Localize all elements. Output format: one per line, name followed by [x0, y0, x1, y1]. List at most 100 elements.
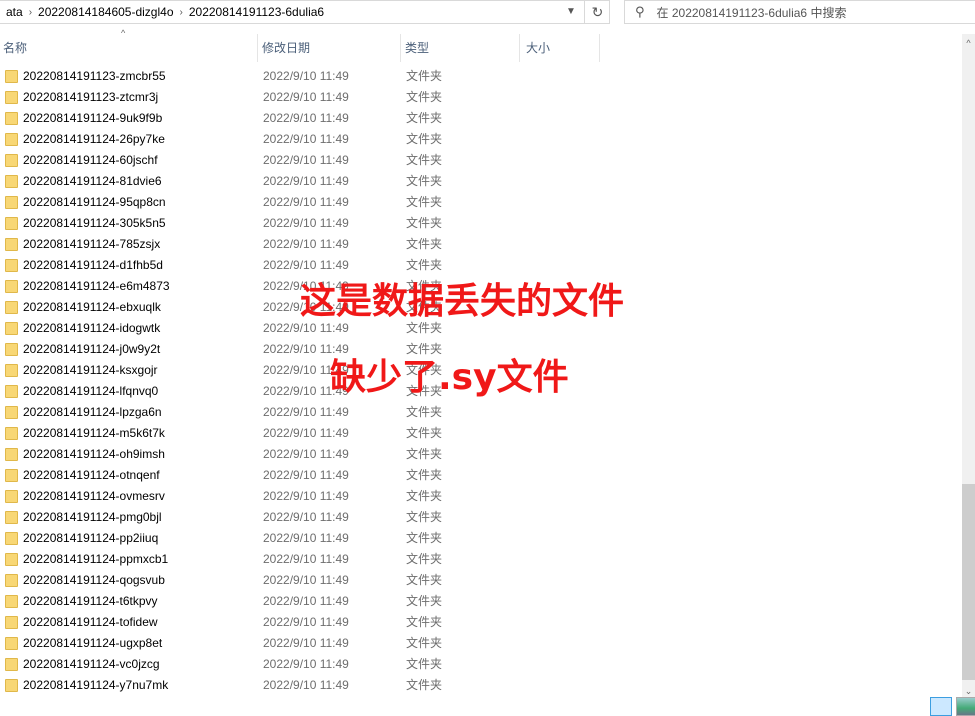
folder-icon — [5, 343, 18, 356]
search-input[interactable]: ⚲ 在 20220814191123-6dulia6 中搜索 — [624, 0, 975, 24]
file-name: 20220814191124-idogwtk — [23, 321, 161, 335]
file-date: 2022/9/10 11:49 — [263, 132, 349, 146]
folder-icon — [5, 532, 18, 545]
column-name[interactable]: 名称 — [0, 34, 258, 62]
file-date: 2022/9/10 11:49 — [263, 237, 349, 251]
folder-icon — [5, 637, 18, 650]
list-item[interactable]: 20220814191124-qogsvub 2022/9/10 11:49 文… — [0, 570, 960, 591]
file-name: 20220814191124-ksxgojr — [23, 363, 158, 377]
file-name: 20220814191124-ugxp8et — [23, 636, 163, 650]
folder-icon — [5, 196, 18, 209]
file-type: 文件夹 — [406, 552, 443, 566]
file-name: 20220814191124-305k5n5 — [23, 216, 166, 230]
scroll-down-icon[interactable]: ⌄ — [962, 686, 975, 697]
file-name: 20220814191124-t6tkpvy — [23, 594, 158, 608]
file-name: 20220814191124-lfqnvq0 — [23, 384, 159, 398]
file-name: 20220814191124-qogsvub — [23, 573, 165, 587]
list-item[interactable]: 20220814191124-60jschf 2022/9/10 11:49 文… — [0, 150, 960, 171]
folder-icon — [5, 574, 18, 587]
file-name: 20220814191124-y7nu7mk — [23, 678, 169, 692]
file-type: 文件夹 — [406, 426, 443, 440]
file-date: 2022/9/10 11:49 — [263, 426, 349, 440]
file-name: 20220814191124-9uk9f9b — [23, 111, 163, 125]
file-name: 20220814191124-81dvie6 — [23, 174, 162, 188]
file-date: 2022/9/10 11:49 — [263, 573, 349, 587]
file-name: 20220814191124-95qp8cn — [23, 195, 166, 209]
list-item[interactable]: 20220814191124-ugxp8et 2022/9/10 11:49 文… — [0, 633, 960, 654]
chevron-down-icon[interactable]: ▼ — [560, 1, 582, 23]
folder-icon — [5, 112, 18, 125]
file-date: 2022/9/10 11:49 — [263, 531, 349, 545]
file-type: 文件夹 — [406, 90, 443, 104]
file-type: 文件夹 — [406, 132, 443, 146]
list-item[interactable]: 20220814191124-oh9imsh 2022/9/10 11:49 文… — [0, 444, 960, 465]
folder-icon — [5, 385, 18, 398]
file-type: 文件夹 — [406, 657, 443, 671]
folder-icon — [5, 595, 18, 608]
file-type: 文件夹 — [406, 405, 443, 419]
file-name: 20220814191124-pp2iiuq — [23, 531, 159, 545]
file-type: 文件夹 — [406, 153, 443, 167]
folder-icon — [5, 175, 18, 188]
file-type: 文件夹 — [406, 174, 443, 188]
breadcrumb-item[interactable]: 20220814184605-dizgl4o — [32, 5, 179, 19]
list-item[interactable]: 20220814191124-95qp8cn 2022/9/10 11:49 文… — [0, 192, 960, 213]
details-view-icon[interactable] — [930, 697, 952, 716]
list-item[interactable]: 20220814191124-m5k6t7k 2022/9/10 11:49 文… — [0, 423, 960, 444]
list-item[interactable]: 20220814191124-tofidew 2022/9/10 11:49 文… — [0, 612, 960, 633]
list-item[interactable]: 20220814191124-305k5n5 2022/9/10 11:49 文… — [0, 213, 960, 234]
large-icons-view-icon[interactable] — [956, 697, 975, 716]
list-item[interactable]: 20220814191124-otnqenf 2022/9/10 11:49 文… — [0, 465, 960, 486]
list-item[interactable]: 20220814191124-y7nu7mk 2022/9/10 11:49 文… — [0, 675, 960, 696]
address-bar[interactable]: ata › 20220814184605-dizgl4o › 202208141… — [0, 0, 610, 24]
annotation-text: 这是数据丢失的文件 — [300, 281, 625, 322]
file-type: 文件夹 — [406, 594, 443, 608]
folder-icon — [5, 553, 18, 566]
scrollbar-thumb[interactable] — [962, 484, 975, 680]
folder-icon — [5, 301, 18, 314]
list-item[interactable]: 20220814191124-785zsjx 2022/9/10 11:49 文… — [0, 234, 960, 255]
folder-icon — [5, 511, 18, 524]
column-size[interactable]: 大小 — [523, 34, 600, 62]
folder-icon — [5, 448, 18, 461]
scroll-up-icon[interactable]: ^ — [962, 38, 975, 48]
folder-icon — [5, 616, 18, 629]
file-type: 文件夹 — [406, 678, 443, 692]
list-item[interactable]: 20220814191124-26py7ke 2022/9/10 11:49 文… — [0, 129, 960, 150]
file-name: 20220814191123-zmcbr55 — [23, 69, 166, 83]
file-date: 2022/9/10 11:49 — [263, 153, 349, 167]
folder-icon — [5, 91, 18, 104]
folder-icon — [5, 406, 18, 419]
file-type: 文件夹 — [406, 111, 443, 125]
column-type[interactable]: 类型 — [402, 34, 520, 62]
list-item[interactable]: 20220814191124-ppmxcb1 2022/9/10 11:49 文… — [0, 549, 960, 570]
breadcrumb-item[interactable]: ata — [0, 5, 29, 19]
list-item[interactable]: 20220814191124-vc0jzcg 2022/9/10 11:49 文… — [0, 654, 960, 675]
breadcrumb-item[interactable]: 20220814191123-6dulia6 — [183, 5, 330, 19]
file-type: 文件夹 — [406, 489, 443, 503]
list-item[interactable]: 20220814191123-ztcmr3j 2022/9/10 11:49 文… — [0, 87, 960, 108]
file-date: 2022/9/10 11:49 — [263, 636, 349, 650]
column-date[interactable]: 修改日期 — [259, 34, 401, 62]
list-item[interactable]: 20220814191124-pp2iiuq 2022/9/10 11:49 文… — [0, 528, 960, 549]
file-date: 2022/9/10 11:49 — [263, 678, 349, 692]
vertical-scrollbar[interactable]: ^ ⌄ — [962, 34, 975, 704]
file-type: 文件夹 — [406, 237, 443, 251]
list-item[interactable]: 20220814191124-ovmesrv 2022/9/10 11:49 文… — [0, 486, 960, 507]
file-type: 文件夹 — [406, 468, 443, 482]
list-item[interactable]: 20220814191123-zmcbr55 2022/9/10 11:49 文… — [0, 66, 960, 87]
file-date: 2022/9/10 11:49 — [263, 69, 349, 83]
folder-icon — [5, 70, 18, 83]
list-item[interactable]: 20220814191124-lpzga6n 2022/9/10 11:49 文… — [0, 402, 960, 423]
file-name: 20220814191124-60jschf — [23, 153, 158, 167]
list-item[interactable]: 20220814191124-t6tkpvy 2022/9/10 11:49 文… — [0, 591, 960, 612]
file-date: 2022/9/10 11:49 — [263, 468, 349, 482]
file-name: 20220814191124-785zsjx — [23, 237, 161, 251]
file-name: 20220814191124-ppmxcb1 — [23, 552, 169, 566]
list-item[interactable]: 20220814191124-81dvie6 2022/9/10 11:49 文… — [0, 171, 960, 192]
file-name: 20220814191124-lpzga6n — [23, 405, 162, 419]
refresh-icon[interactable]: ↻ — [584, 1, 610, 23]
file-name: 20220814191124-pmg0bjl — [23, 510, 162, 524]
list-item[interactable]: 20220814191124-9uk9f9b 2022/9/10 11:49 文… — [0, 108, 960, 129]
list-item[interactable]: 20220814191124-pmg0bjl 2022/9/10 11:49 文… — [0, 507, 960, 528]
